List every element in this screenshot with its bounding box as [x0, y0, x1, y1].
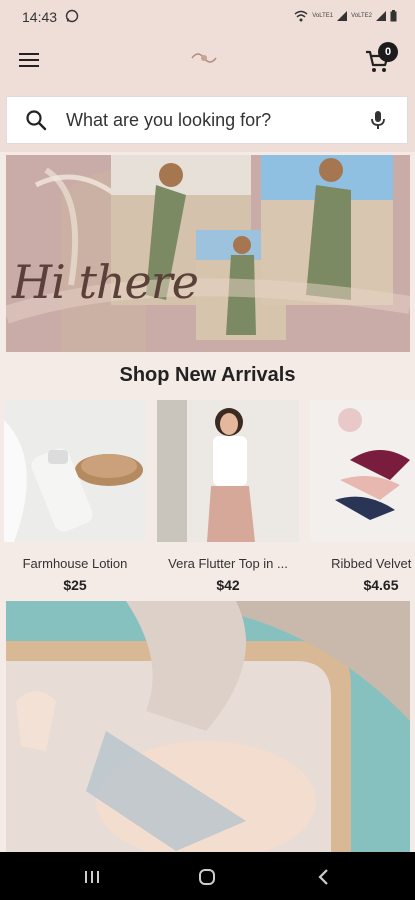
- wifi-icon: [294, 10, 308, 22]
- microphone-icon[interactable]: [367, 109, 389, 131]
- section-title: Shop New Arrivals: [119, 364, 296, 386]
- product-card[interactable]: Vera Flutter Top in ... $42: [153, 400, 303, 593]
- status-icons: VoLTE1 VoLTE2: [294, 10, 397, 22]
- product-image[interactable]: [157, 400, 299, 542]
- back-icon[interactable]: [316, 868, 330, 886]
- hero-banner[interactable]: Hi there: [6, 155, 410, 352]
- search-icon[interactable]: [25, 109, 47, 131]
- cart-count-badge: 0: [378, 42, 398, 62]
- product-carousel[interactable]: Farmhouse Lotion $25 Vera Flutter Top in…: [0, 400, 415, 600]
- promo-banner[interactable]: [6, 601, 410, 853]
- signal-icon: [337, 11, 348, 21]
- search-input[interactable]: [64, 108, 367, 132]
- sim1-label: VoLTE1: [312, 13, 334, 19]
- product-name: Vera Flutter Top in ...: [168, 556, 288, 571]
- hero-text: Hi there: [12, 255, 199, 309]
- sim2-label: VoLTE2: [351, 13, 372, 19]
- whatsapp-icon: [65, 9, 79, 23]
- hero-artwork: [6, 155, 410, 352]
- system-nav-bar: [0, 852, 415, 900]
- signal-icon-2: [376, 11, 386, 21]
- battery-icon: [390, 10, 397, 22]
- hamburger-menu-icon[interactable]: [17, 48, 41, 72]
- product-price: $4.65: [363, 577, 399, 593]
- search-bar: [0, 90, 415, 152]
- product-price: $42: [216, 577, 240, 593]
- product-image[interactable]: [4, 400, 146, 542]
- promo-artwork: [6, 601, 410, 853]
- product-card[interactable]: Ribbed Velvet Bo $4.65: [306, 400, 415, 593]
- product-image[interactable]: [310, 400, 415, 542]
- product-price: $25: [63, 577, 87, 593]
- product-name: Ribbed Velvet Bo: [331, 556, 415, 571]
- search-box[interactable]: [6, 96, 408, 144]
- app-header: 0: [0, 34, 415, 90]
- status-bar: 14:43 VoLTE1 VoLTE2: [0, 0, 415, 34]
- product-name: Farmhouse Lotion: [22, 556, 128, 571]
- brand-logo[interactable]: [188, 48, 220, 68]
- product-card[interactable]: Farmhouse Lotion $25: [0, 400, 150, 593]
- status-time: 14:43: [22, 9, 58, 25]
- recent-apps-icon[interactable]: [84, 870, 100, 884]
- home-icon[interactable]: [198, 868, 216, 886]
